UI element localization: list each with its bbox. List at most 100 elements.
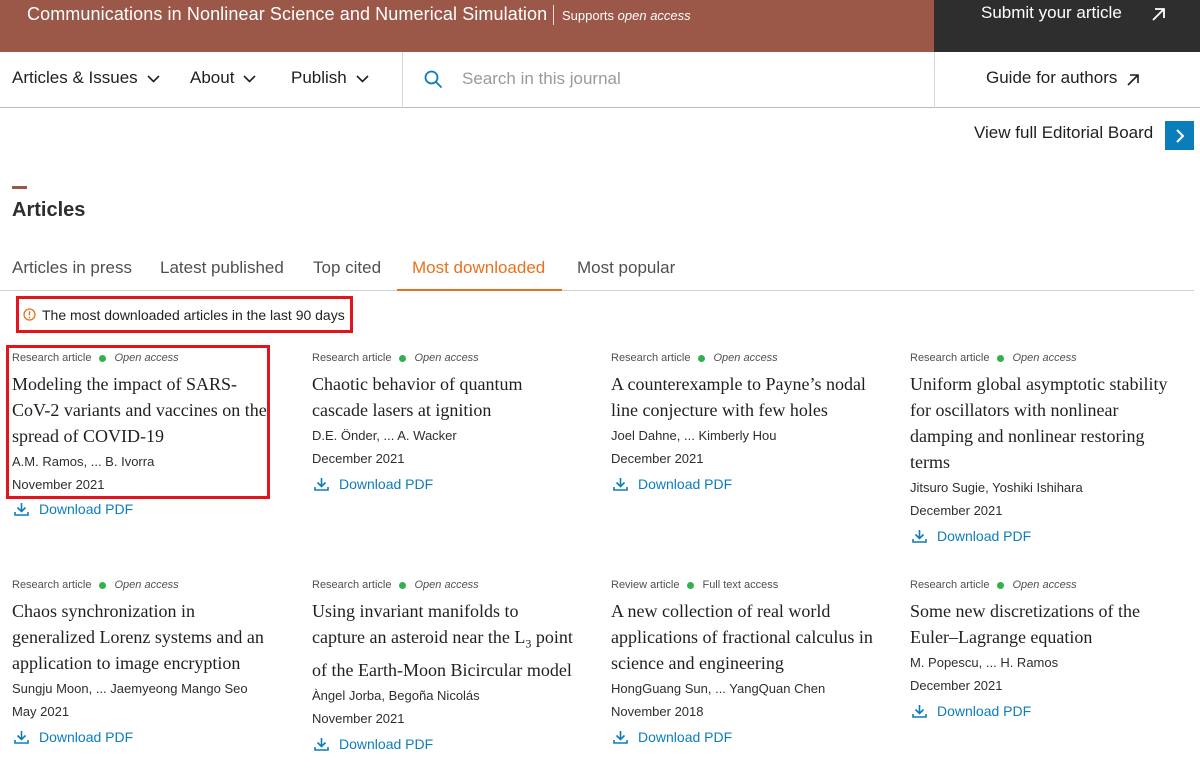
download-pdf-link[interactable]: Download PDF xyxy=(910,703,1180,719)
download-icon xyxy=(314,478,329,491)
article-card: Research article Open access Chaotic beha… xyxy=(312,350,582,492)
nav-publish[interactable]: Publish xyxy=(291,68,369,88)
tab-articles-in-press[interactable]: Articles in press xyxy=(12,258,132,278)
article-type: Research article xyxy=(312,352,392,364)
nav-bar: Articles & Issues About Publish Guide fo… xyxy=(0,52,1200,108)
article-date: December 2021 xyxy=(611,451,704,466)
article-authors: M. Popescu, ... H. Ramos xyxy=(910,655,1059,670)
search-input[interactable] xyxy=(462,65,902,93)
brand-bar: Communications in Nonlinear Science and … xyxy=(0,0,1200,52)
nav-articles-issues-label: Articles & Issues xyxy=(12,68,138,87)
article-type: Research article xyxy=(12,352,92,364)
open-access-label: Supports open access xyxy=(562,8,691,23)
article-authors: HongGuang Sun, ... YangQuan Chen xyxy=(611,681,826,696)
open-access-dot-icon xyxy=(399,354,407,362)
download-pdf-label: Download PDF xyxy=(937,528,1032,544)
article-meta: Research article Open access xyxy=(910,577,1180,593)
divider xyxy=(553,5,554,25)
external-arrow-icon xyxy=(1152,8,1165,21)
article-date: November 2021 xyxy=(312,710,405,726)
article-card: Research article Open access Using invari… xyxy=(312,577,574,752)
article-meta: Research article Open access xyxy=(611,350,871,366)
article-title[interactable]: Chaotic behavior of quantum cascade lase… xyxy=(312,371,582,423)
search-icon[interactable] xyxy=(424,70,443,89)
notice-text: The most downloaded articles in the last… xyxy=(42,306,345,323)
article-type: Research article xyxy=(611,352,691,364)
article-meta: Research article Open access xyxy=(312,577,574,593)
download-pdf-label: Download PDF xyxy=(638,476,733,492)
info-icon xyxy=(23,308,36,321)
tab-top-cited[interactable]: Top cited xyxy=(313,258,381,278)
article-access: Open access xyxy=(713,352,778,364)
journal-title[interactable]: Communications in Nonlinear Science and … xyxy=(27,4,547,25)
download-pdf-link[interactable]: Download PDF xyxy=(312,476,582,492)
download-icon xyxy=(613,731,628,744)
download-pdf-link[interactable]: Download PDF xyxy=(12,501,268,517)
section-accent-bar xyxy=(12,186,27,189)
open-access-dot-icon xyxy=(698,354,706,362)
article-authors: Joel Dahne, ... Kimberly Hou xyxy=(611,428,777,443)
downloads-notice: The most downloaded articles in the last… xyxy=(16,296,353,333)
tab-most-popular[interactable]: Most popular xyxy=(577,258,675,278)
article-date: November 2018 xyxy=(611,704,704,719)
article-type: Review article xyxy=(611,579,680,591)
download-pdf-link[interactable]: Download PDF xyxy=(12,729,274,745)
article-date: May 2021 xyxy=(12,704,70,719)
article-type: Research article xyxy=(312,579,392,591)
download-icon xyxy=(613,478,628,491)
article-title[interactable]: Uniform global asymptotic stability for … xyxy=(910,371,1180,475)
article-title[interactable]: Modeling the impact of SARS-CoV-2 varian… xyxy=(12,371,268,449)
download-pdf-link[interactable]: Download PDF xyxy=(611,476,871,492)
editorial-board-link[interactable]: View full Editorial Board xyxy=(974,123,1153,143)
chevron-right-icon xyxy=(1175,128,1184,143)
download-pdf-label: Download PDF xyxy=(339,476,434,492)
divider xyxy=(402,52,403,108)
section-title: Articles xyxy=(12,199,86,221)
download-pdf-link[interactable]: Download PDF xyxy=(910,528,1180,544)
article-title[interactable]: Some new discretizations of the Euler–La… xyxy=(910,598,1180,650)
article-authors: Sungju Moon, ... Jaemyeong Mango Seo xyxy=(12,681,248,696)
article-access: Open access xyxy=(1012,352,1077,364)
article-authors: A.M. Ramos, ... B. Ivorra xyxy=(12,454,155,469)
article-meta: Research article Open access xyxy=(12,577,274,593)
article-card: Research article Open access Chaos synchr… xyxy=(12,577,274,745)
nav-about-label: About xyxy=(190,68,235,87)
article-type: Research article xyxy=(12,579,92,591)
article-card: Review article Full text access A new col… xyxy=(611,577,883,745)
download-pdf-label: Download PDF xyxy=(638,729,733,745)
article-title[interactable]: Using invariant manifolds to capture an … xyxy=(312,598,574,683)
article-title[interactable]: A new collection of real world applicati… xyxy=(611,598,883,676)
article-meta: Research article Open access xyxy=(12,350,268,366)
article-access: Open access xyxy=(114,579,179,591)
download-icon xyxy=(314,737,329,751)
editorial-board-button[interactable] xyxy=(1165,121,1194,150)
download-icon xyxy=(912,530,927,543)
download-icon xyxy=(14,731,29,744)
open-access-dot-icon xyxy=(399,581,407,589)
download-pdf-link[interactable]: Download PDF xyxy=(611,729,883,745)
article-access: Open access xyxy=(414,352,479,364)
submit-article-button[interactable]: Submit your article xyxy=(934,0,1200,52)
download-icon xyxy=(912,705,927,718)
article-title[interactable]: A counterexample to Payne’s nodal line c… xyxy=(611,371,871,423)
full-text-dot-icon xyxy=(687,581,695,589)
article-access: Open access xyxy=(114,352,179,364)
download-pdf-link[interactable]: Download PDF xyxy=(312,736,574,752)
article-date: December 2021 xyxy=(910,503,1003,518)
chevron-down-icon xyxy=(243,75,257,83)
nav-about[interactable]: About xyxy=(190,68,257,88)
external-arrow-icon xyxy=(1127,73,1140,86)
open-access-dot-icon xyxy=(99,581,107,589)
article-date: December 2021 xyxy=(312,451,405,466)
submit-article-label: Submit your article xyxy=(981,3,1122,22)
tab-most-downloaded[interactable]: Most downloaded xyxy=(412,258,545,278)
article-title[interactable]: Chaos synchronization in generalized Lor… xyxy=(12,598,274,676)
article-type: Research article xyxy=(910,579,990,591)
article-date: November 2021 xyxy=(12,477,105,492)
article-date: December 2021 xyxy=(910,678,1003,693)
tab-latest-published[interactable]: Latest published xyxy=(160,258,284,278)
nav-articles-issues[interactable]: Articles & Issues xyxy=(12,68,160,88)
guide-for-authors-link[interactable]: Guide for authors xyxy=(986,68,1140,88)
article-meta: Review article Full text access xyxy=(611,577,883,593)
article-meta: Research article Open access xyxy=(910,350,1180,366)
